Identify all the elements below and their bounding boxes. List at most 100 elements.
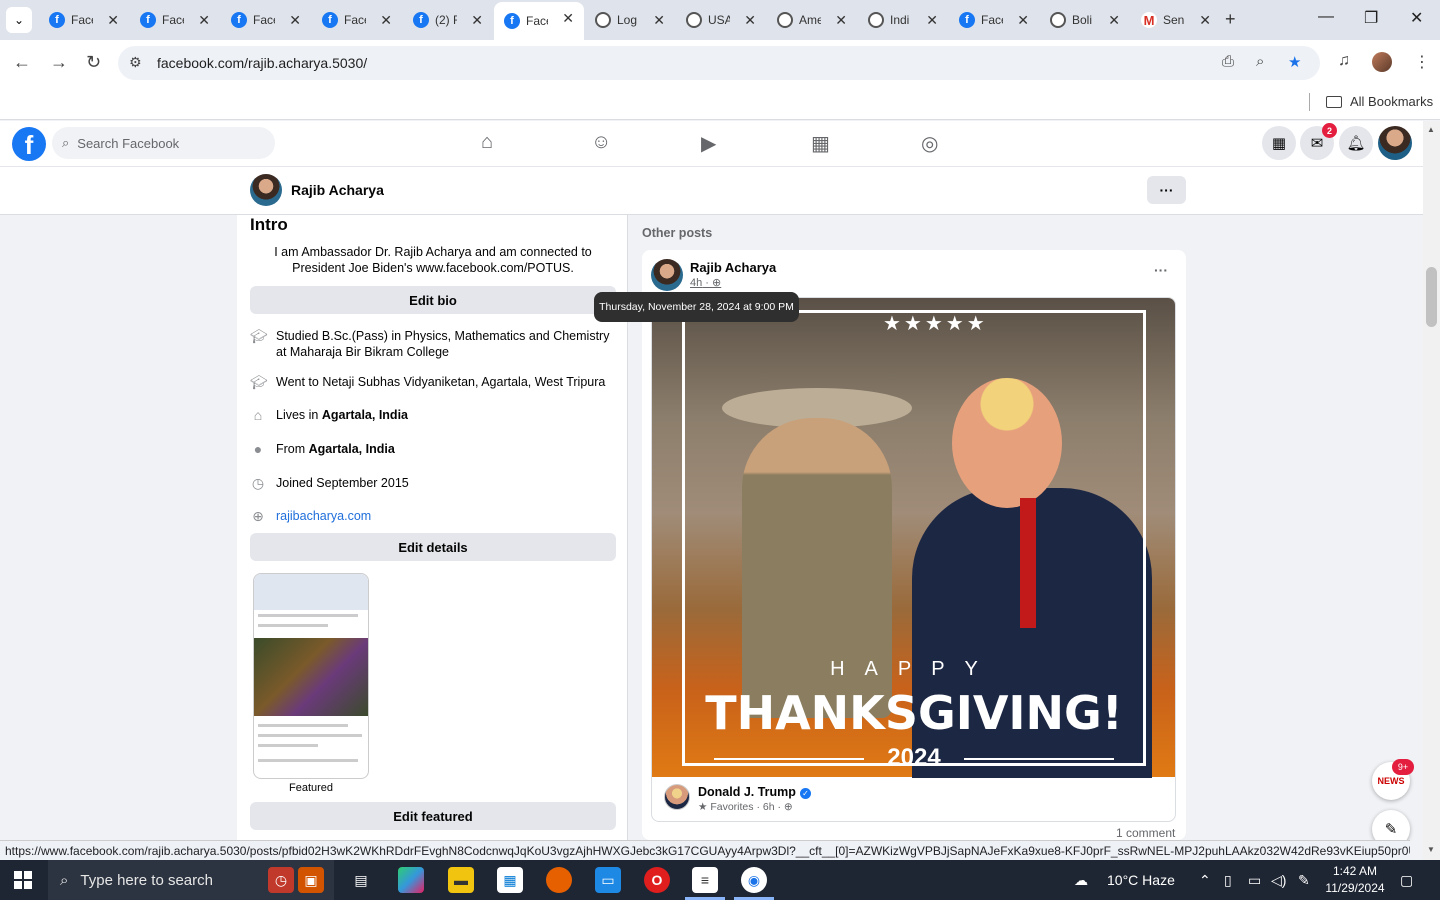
browser-tab[interactable]: f Face ✕: [494, 2, 584, 40]
all-bookmarks-button[interactable]: All Bookmarks: [1326, 94, 1433, 109]
thanksgiving-image[interactable]: ★★★★★ HAPPY THANKSGIVING! 2024: [652, 298, 1175, 778]
tab-close-icon[interactable]: ✕: [1108, 12, 1120, 29]
notifications-bell-icon[interactable]: 🔔︎: [1339, 126, 1373, 160]
facebook-search[interactable]: ⌕ Search Facebook: [52, 127, 275, 159]
browser-tab[interactable]: f Face ✕: [949, 4, 1039, 36]
search-placeholder[interactable]: Search Facebook: [77, 136, 179, 151]
tab-close-icon[interactable]: ✕: [289, 12, 301, 29]
scroll-down-arrow[interactable]: ▼: [1427, 845, 1435, 854]
browser-tab[interactable]: f Face ✕: [312, 4, 402, 36]
tab-close-icon[interactable]: ✕: [198, 12, 210, 29]
tab-close-icon[interactable]: ✕: [562, 10, 574, 27]
comments-count[interactable]: 1 comment: [1116, 826, 1175, 840]
site-info-icon[interactable]: ⚙: [129, 54, 142, 71]
browser-tab[interactable]: f Face ✕: [39, 4, 129, 36]
copilot-icon[interactable]: [398, 867, 424, 893]
windows-start-icon[interactable]: [14, 871, 32, 889]
zoom-icon[interactable]: ⌕: [1256, 53, 1264, 70]
edit-bio-button[interactable]: Edit bio: [250, 286, 616, 314]
address-bar[interactable]: ⚙ facebook.com/rajib.acharya.5030/ ⎙ ⌕ ★: [118, 46, 1320, 80]
tab-search-button[interactable]: ⌄: [6, 7, 32, 33]
source-avatar[interactable]: [664, 784, 690, 810]
browser-tab[interactable]: Log ✕: [585, 4, 675, 36]
facebook-logo[interactable]: f: [12, 127, 46, 161]
edit-featured-button[interactable]: Edit featured: [250, 802, 616, 830]
post-options-button[interactable]: ···: [1154, 262, 1168, 278]
shared-post[interactable]: ★★★★★ HAPPY THANKSGIVING! 2024 Donald J.…: [651, 297, 1176, 822]
browser-menu-icon[interactable]: ⋮: [1414, 52, 1430, 72]
media-control-icon[interactable]: ♫: [1338, 52, 1350, 70]
profile-more-button[interactable]: ···: [1147, 176, 1186, 204]
website-link[interactable]: rajibacharya.com: [276, 508, 371, 524]
window-close-button[interactable]: ✕: [1410, 8, 1423, 28]
tab-close-icon[interactable]: ✕: [380, 12, 392, 29]
browser-tab[interactable]: Boli ✕: [1040, 4, 1130, 36]
weather-icon[interactable]: ☁: [1074, 872, 1088, 889]
account-avatar[interactable]: [1378, 126, 1412, 160]
network-icon[interactable]: ▭: [1248, 872, 1261, 889]
remote-desktop-icon[interactable]: ▭: [595, 867, 621, 893]
battery-icon[interactable]: ▯: [1224, 872, 1232, 889]
profile-avatar[interactable]: [250, 174, 282, 206]
page-scrollbar[interactable]: ▲ ▼: [1423, 121, 1440, 861]
video-nav-icon[interactable]: ▶: [701, 131, 716, 156]
gaming-nav-icon[interactable]: ◎: [921, 131, 938, 156]
microsoft-store-icon[interactable]: ▦: [497, 867, 523, 893]
bookmark-star-icon[interactable]: ★: [1288, 53, 1301, 71]
firefox-icon[interactable]: [546, 867, 572, 893]
tab-close-icon[interactable]: ✕: [835, 12, 847, 29]
source-name[interactable]: Donald J. Trump: [698, 785, 796, 799]
tab-close-icon[interactable]: ✕: [744, 12, 756, 29]
tab-close-icon[interactable]: ✕: [1017, 12, 1029, 29]
clock-app-icon[interactable]: ◷: [268, 867, 294, 893]
browser-tab[interactable]: f Face ✕: [130, 4, 220, 36]
gift-app-icon[interactable]: ▣: [298, 867, 324, 893]
browser-tab[interactable]: Ame ✕: [767, 4, 857, 36]
profile-name[interactable]: Rajib Acharya: [291, 182, 384, 198]
friends-nav-icon[interactable]: ☺: [591, 131, 611, 154]
marketplace-nav-icon[interactable]: ▦: [811, 131, 830, 156]
notepad-icon[interactable]: ≡: [692, 867, 718, 893]
taskbar-search-placeholder[interactable]: Type here to search: [80, 872, 213, 889]
system-clock[interactable]: 1:42 AM 11/29/2024: [1320, 863, 1390, 897]
scroll-thumb[interactable]: [1426, 267, 1437, 327]
file-explorer-icon[interactable]: ▬: [448, 867, 474, 893]
browser-tab[interactable]: f (2) F ✕: [403, 4, 493, 36]
chrome-icon[interactable]: ◉: [741, 867, 767, 893]
featured-thumbnail[interactable]: [253, 573, 369, 779]
browser-profile-avatar[interactable]: [1372, 52, 1392, 72]
task-view-icon[interactable]: ▤: [348, 867, 374, 893]
post-author-name[interactable]: Rajib Acharya: [690, 260, 776, 275]
tab-close-icon[interactable]: ✕: [653, 12, 665, 29]
tab-close-icon[interactable]: ✕: [1199, 12, 1211, 29]
edit-details-button[interactable]: Edit details: [250, 533, 616, 561]
browser-tab[interactable]: M Sen ✕: [1131, 4, 1221, 36]
volume-icon[interactable]: ◁): [1271, 872, 1286, 889]
weather-text[interactable]: 10°C Haze: [1107, 872, 1175, 888]
menu-grid-icon[interactable]: ▦: [1262, 126, 1296, 160]
scroll-up-arrow[interactable]: ▲: [1427, 125, 1435, 134]
detail-place[interactable]: Agartala, India: [309, 442, 395, 456]
pen-icon[interactable]: ✎: [1298, 872, 1310, 889]
opera-icon[interactable]: O: [644, 867, 670, 893]
tab-close-icon[interactable]: ✕: [471, 12, 483, 29]
tray-expand-icon[interactable]: ⌃: [1199, 872, 1211, 889]
restore-button[interactable]: ❐: [1364, 8, 1378, 28]
reload-button[interactable]: ↻: [86, 52, 101, 73]
post-time-text[interactable]: 4h: [690, 277, 702, 289]
minimize-button[interactable]: —: [1318, 8, 1334, 26]
notification-center-icon[interactable]: ▢: [1400, 872, 1413, 889]
post-author-avatar[interactable]: [651, 259, 683, 291]
browser-tab[interactable]: USA ✕: [676, 4, 766, 36]
browser-tab[interactable]: Indi ✕: [858, 4, 948, 36]
detail-place[interactable]: Agartala, India: [322, 408, 408, 422]
post-timestamp[interactable]: 4h · ⊕: [690, 276, 721, 289]
tab-close-icon[interactable]: ✕: [926, 12, 938, 29]
back-button[interactable]: ←: [13, 52, 31, 73]
url-text[interactable]: facebook.com/rajib.acharya.5030/: [157, 55, 367, 71]
new-tab-button[interactable]: +: [1225, 9, 1236, 30]
install-app-icon[interactable]: ⎙: [1222, 53, 1234, 70]
home-nav-icon[interactable]: ⌂: [481, 131, 493, 154]
forward-button[interactable]: →: [50, 52, 68, 73]
tab-close-icon[interactable]: ✕: [107, 12, 119, 29]
